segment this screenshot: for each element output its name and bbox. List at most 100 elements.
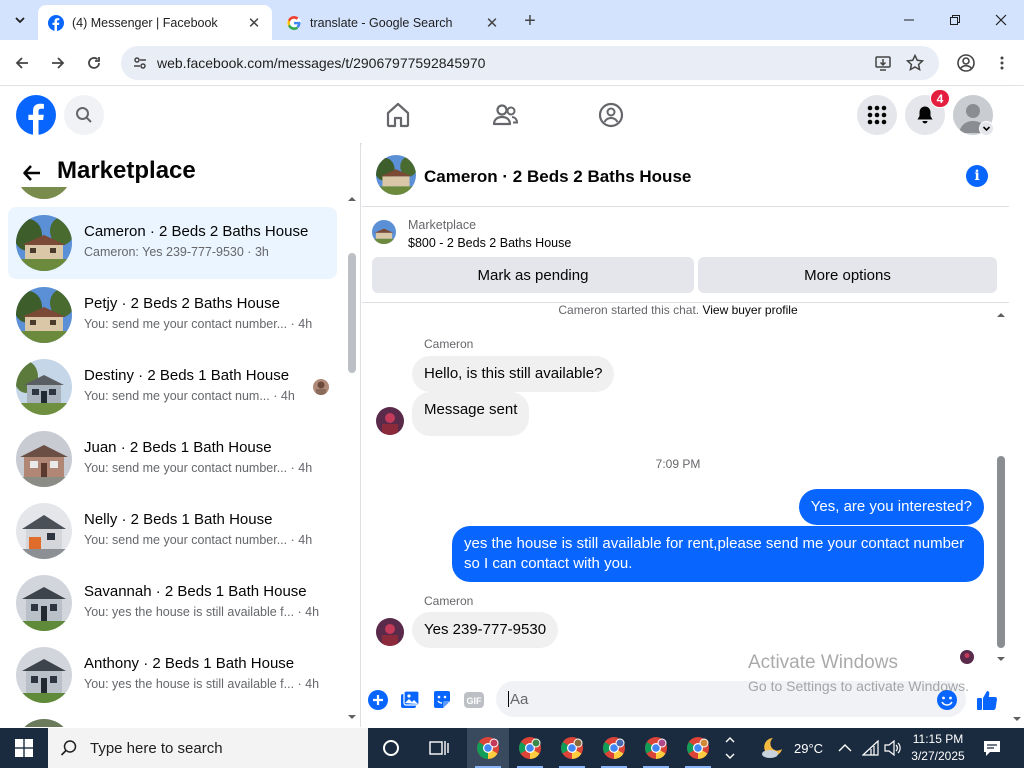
scroll-down-icon[interactable] — [347, 713, 357, 721]
house-thumbnail — [16, 215, 72, 271]
sticker-icon[interactable] — [431, 689, 453, 711]
minimize-button[interactable] — [886, 0, 932, 40]
more-options-button[interactable]: More options — [698, 257, 997, 293]
like-thumb-icon[interactable] — [976, 689, 998, 711]
house-thumbnail — [16, 287, 72, 343]
chat-title[interactable]: Cameron · 2 Beds 2 Baths House — [424, 167, 691, 187]
task-view-button[interactable] — [418, 728, 460, 768]
sender-avatar[interactable] — [376, 618, 404, 646]
browser-tab-messenger[interactable]: (4) Messenger | Facebook ✕ — [38, 5, 272, 40]
forward-button[interactable] — [44, 49, 72, 77]
incoming-message[interactable]: Message sent — [412, 392, 530, 436]
friends-icon[interactable] — [491, 101, 519, 129]
info-icon[interactable]: i — [966, 165, 988, 187]
taskbar-search-box[interactable]: Type here to search — [48, 728, 368, 768]
bookmark-star-icon[interactable] — [905, 53, 925, 73]
listing-thumbnail[interactable] — [372, 220, 396, 244]
incoming-message[interactable]: Yes 239-777-9530 — [412, 612, 559, 648]
browser-menu-button[interactable] — [988, 49, 1016, 77]
conversation-item[interactable]: Destiny · 2 Beds 1 Bath House You: send … — [8, 351, 337, 423]
close-tab-icon[interactable]: ✕ — [482, 13, 502, 33]
system-tray-expand[interactable] — [838, 728, 852, 768]
facebook-search-button[interactable] — [64, 95, 104, 135]
weather-temperature: 29°C — [794, 740, 824, 756]
conversation-preview: You: send me your contact number... · 4h — [84, 317, 313, 331]
facebook-logo-icon[interactable] — [16, 95, 56, 135]
outgoing-message[interactable]: yes the house is still available for ren… — [452, 526, 984, 582]
marketplace-conversation-panel: Marketplace Cameron · 2 Beds 2 Baths Hou… — [0, 143, 361, 727]
cortana-button[interactable] — [370, 728, 412, 768]
address-bar[interactable]: web.facebook.com/messages/t/290679775928… — [121, 46, 939, 80]
message-thread-scroll-thumb[interactable] — [997, 456, 1005, 648]
taskbar-overflow-scroll[interactable] — [722, 728, 738, 768]
conversation-title: Anthony · 2 Beds 1 Bath House — [84, 655, 295, 672]
scroll-up-icon[interactable] — [996, 311, 1006, 319]
house-thumbnail — [16, 431, 72, 487]
listing-price-title[interactable]: $800 - 2 Beds 2 Baths House — [408, 236, 571, 250]
groups-icon[interactable] — [597, 101, 625, 129]
home-icon[interactable] — [384, 101, 412, 129]
network-button[interactable] — [862, 728, 880, 768]
back-button[interactable] — [18, 159, 46, 187]
profile-button[interactable] — [952, 49, 980, 77]
conversation-item[interactable]: Nelly · 2 Beds 1 Bath House You: send me… — [8, 495, 337, 567]
start-button[interactable] — [0, 728, 48, 768]
house-thumbnail — [16, 647, 72, 703]
conversation-item[interactable]: Juan · 2 Beds 1 Bath House You: send me … — [8, 423, 337, 495]
taskbar-chrome-window[interactable] — [467, 728, 509, 768]
taskbar-chrome-window[interactable] — [593, 728, 635, 768]
scroll-down-icon[interactable] — [1012, 715, 1022, 723]
mark-as-pending-button[interactable]: Mark as pending — [372, 257, 694, 293]
account-chevron-icon[interactable] — [979, 121, 994, 136]
chrome-icon — [687, 737, 709, 759]
house-thumbnail — [16, 503, 72, 559]
plus-circle-icon[interactable] — [367, 689, 389, 711]
menu-button[interactable] — [857, 95, 897, 135]
taskbar-chrome-window[interactable] — [551, 728, 593, 768]
browser-tab-google[interactable]: translate - Google Search ✕ — [276, 5, 510, 40]
gif-icon[interactable]: GIF — [463, 689, 485, 711]
message-thread: Cameron started this chat. View buyer pr… — [362, 303, 994, 673]
action-center-button[interactable] — [972, 728, 1012, 768]
photo-attach-icon[interactable] — [399, 689, 421, 711]
taskbar-chrome-window[interactable] — [509, 728, 551, 768]
activate-windows-watermark: Activate Windows Go to Settings to activ… — [748, 652, 969, 694]
conversation-item[interactable]: Anthony · 2 Beds 1 Bath House You: yes t… — [8, 639, 337, 711]
reload-button[interactable] — [80, 49, 108, 77]
close-window-button[interactable] — [978, 0, 1024, 40]
conversation-item[interactable]: Petjy · 2 Beds 2 Baths House You: send m… — [8, 279, 337, 351]
restore-button[interactable] — [932, 0, 978, 40]
svg-text:GIF: GIF — [467, 696, 483, 706]
arrow-left-icon — [15, 57, 28, 69]
sender-avatar[interactable] — [376, 407, 404, 435]
weather-widget[interactable]: 29°C — [760, 728, 823, 768]
conversation-list-scroll-thumb[interactable] — [348, 253, 356, 373]
page-scrollbar[interactable] — [1009, 87, 1024, 727]
taskbar-chrome-window[interactable] — [635, 728, 677, 768]
conversation-title: Nelly · 2 Beds 1 Bath House — [84, 511, 273, 528]
seen-avatar — [313, 379, 329, 395]
volume-button[interactable] — [884, 728, 902, 768]
site-settings-icon[interactable] — [131, 54, 149, 72]
conversation-preview: You: send me your contact number... · 4h — [84, 533, 313, 547]
new-tab-button[interactable]: + — [518, 9, 542, 33]
scroll-down-icon[interactable] — [996, 655, 1006, 663]
clock[interactable]: 11:15 PM 3/27/2025 — [903, 731, 973, 765]
view-buyer-profile-link[interactable]: View buyer profile — [702, 303, 797, 317]
conversation-item[interactable]: Cameron · 2 Beds 2 Baths House Cameron: … — [8, 207, 337, 279]
tab-search-menu-button[interactable] — [8, 8, 32, 32]
install-app-icon[interactable] — [873, 53, 893, 73]
conversation-preview: You: send me your contact number... · 4h — [84, 461, 313, 475]
back-button[interactable] — [8, 49, 36, 77]
incoming-message[interactable]: Hello, is this still available? — [412, 356, 615, 392]
conversation-item[interactable]: Savannah · 2 Beds 1 Bath House You: yes … — [8, 567, 337, 639]
chat-started-text: Cameron started this chat. — [558, 303, 700, 317]
chat-listing-avatar[interactable] — [376, 155, 416, 195]
close-icon — [995, 14, 1007, 26]
scroll-up-icon[interactable] — [347, 195, 357, 203]
url-text[interactable]: web.facebook.com/messages/t/290679775928… — [157, 55, 485, 71]
close-tab-icon[interactable]: ✕ — [244, 13, 264, 33]
browser-tab-strip: (4) Messenger | Facebook ✕ translate - G… — [0, 0, 1024, 40]
outgoing-message[interactable]: Yes, are you interested? — [798, 489, 984, 525]
taskbar-chrome-window[interactable] — [677, 728, 719, 768]
